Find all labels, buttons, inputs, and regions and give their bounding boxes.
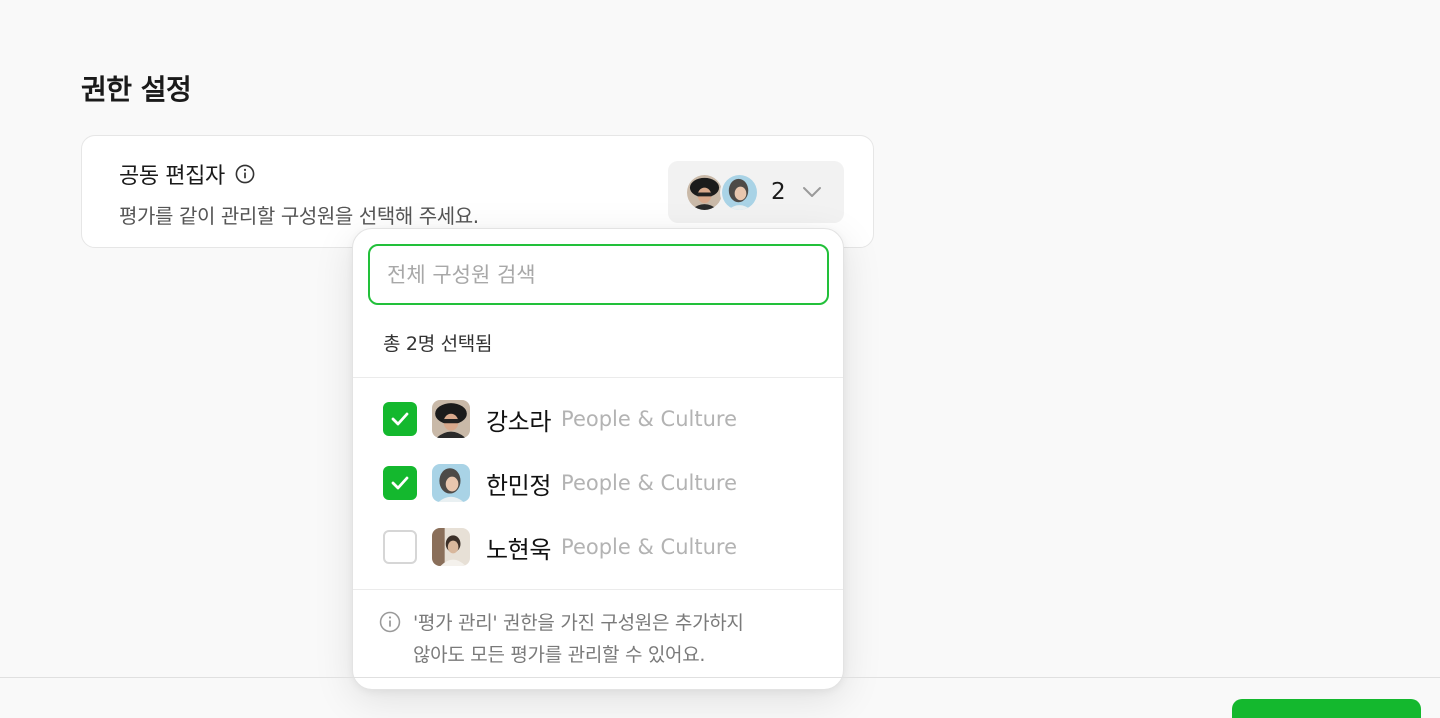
member-row[interactable]: 한민정 People & Culture	[383, 459, 823, 507]
footer-divider	[0, 677, 1440, 678]
section-title: 권한 설정	[81, 73, 192, 106]
avatar	[720, 172, 759, 212]
member-checkbox[interactable]	[383, 466, 417, 500]
member-avatar	[432, 400, 470, 438]
member-checkbox[interactable]	[383, 530, 417, 564]
member-avatar	[432, 464, 470, 502]
chevron-down-icon	[802, 186, 822, 198]
avatar	[685, 172, 724, 212]
selected-summary: 총 2명 선택됨	[383, 333, 493, 355]
notice-line: '평가 관리' 권한을 가진 구성원은 추가하지	[413, 612, 744, 634]
member-checkbox[interactable]	[383, 402, 417, 436]
divider	[353, 589, 843, 590]
member-search-input[interactable]	[387, 262, 827, 287]
member-dropdown: 총 2명 선택됨 강소라 People & Culture	[352, 228, 844, 690]
info-icon[interactable]	[235, 164, 255, 184]
member-name: 한민정	[486, 471, 552, 500]
member-search-box[interactable]	[368, 244, 829, 305]
co-editor-title: 공동 편집자	[119, 164, 225, 189]
notice: '평가 관리' 권한을 가진 구성원은 추가하지 않아도 모든 평가를 관리할 …	[379, 607, 813, 671]
member-team: People & Culture	[561, 407, 737, 431]
member-row[interactable]: 강소라 People & Culture	[383, 395, 823, 443]
member-team: People & Culture	[561, 471, 737, 495]
member-team: People & Culture	[561, 535, 737, 559]
notice-line: 않아도 모든 평가를 관리할 수 있어요.	[413, 644, 706, 666]
member-avatar	[432, 528, 470, 566]
check-icon	[391, 476, 409, 490]
info-icon	[379, 611, 401, 671]
selected-count: 2	[771, 179, 786, 205]
co-editor-description: 평가를 같이 관리할 구성원을 선택해 주세요.	[119, 204, 479, 228]
co-editor-selector[interactable]: 2	[668, 161, 844, 223]
divider	[353, 377, 843, 378]
member-name: 노현욱	[486, 535, 552, 564]
member-name: 강소라	[486, 407, 552, 436]
page: 권한 설정 공동 편집자 평가를 같이 관리할 구성원을 선택해 주세요. 2 …	[0, 0, 1440, 718]
co-editor-title-row: 공동 편집자	[119, 158, 255, 190]
primary-action-button[interactable]	[1232, 699, 1421, 718]
notice-text: '평가 관리' 권한을 가진 구성원은 추가하지 않아도 모든 평가를 관리할 …	[413, 607, 813, 671]
member-row[interactable]: 노현욱 People & Culture	[383, 523, 823, 571]
check-icon	[391, 412, 409, 426]
